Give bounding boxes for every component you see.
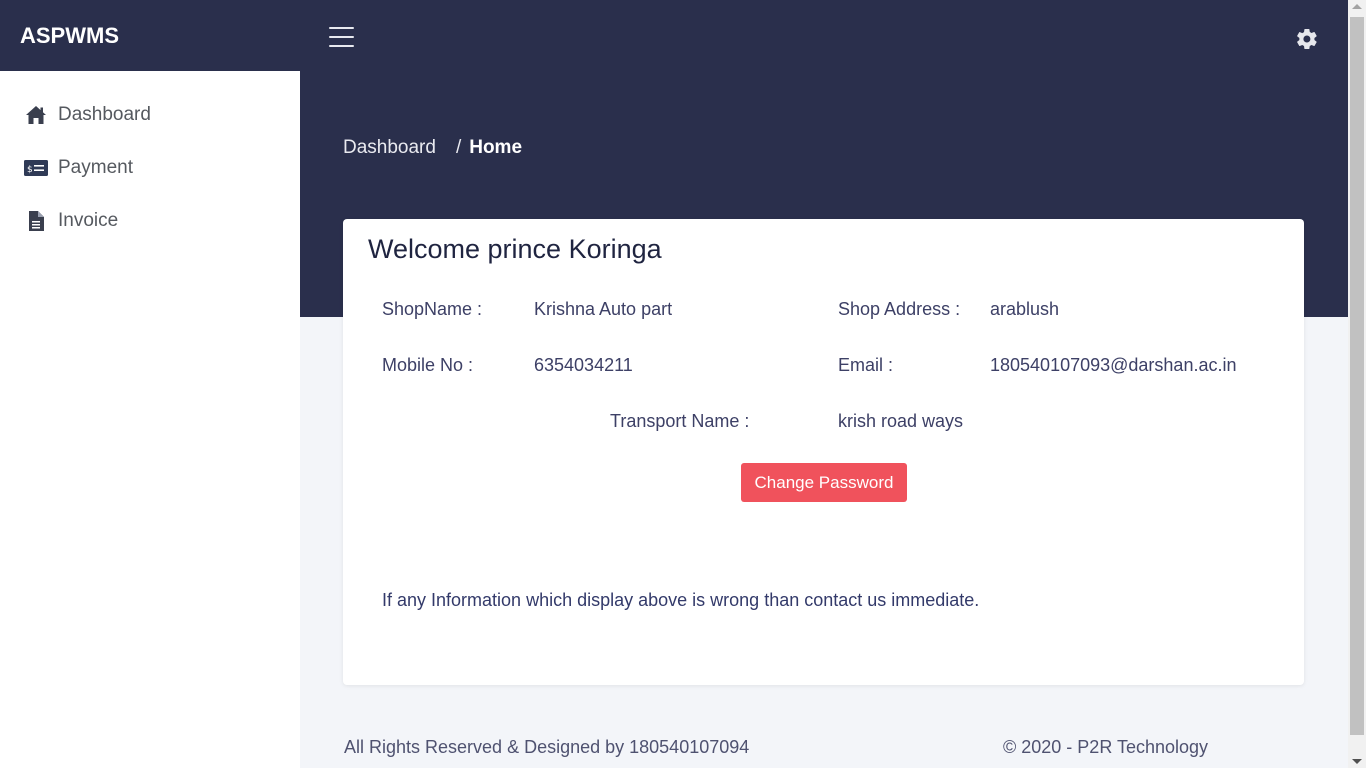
- transport-label: Transport Name :: [610, 411, 750, 431]
- file-icon: [24, 209, 48, 233]
- shop-address-label: Shop Address :: [838, 299, 961, 319]
- money-bill-icon: $: [24, 156, 48, 180]
- email-value: 180540107093@darshan.ac.in: [990, 355, 1237, 375]
- scroll-thumb[interactable]: [1350, 17, 1364, 735]
- breadcrumb: Dashboard / Home: [343, 137, 522, 159]
- breadcrumb-dashboard-link[interactable]: Dashboard: [343, 137, 436, 159]
- sidebar: ASPWMS Dashboard $ Payment Invoice: [0, 0, 300, 768]
- sidebar-item-payment[interactable]: $ Payment: [0, 141, 300, 194]
- footer-credits: All Rights Reserved & Designed by 180540…: [344, 737, 750, 757]
- sidebar-item-invoice[interactable]: Invoice: [0, 194, 300, 247]
- footer-copyright: © 2020 - P2R Technology: [1003, 737, 1209, 757]
- home-icon: [24, 103, 48, 127]
- hamburger-icon[interactable]: [329, 27, 354, 47]
- change-password-button[interactable]: Change Password: [741, 463, 907, 502]
- mobile-label: Mobile No :: [382, 355, 474, 375]
- scroll-down-arrow-icon[interactable]: [1352, 759, 1362, 764]
- scroll-up-arrow-icon[interactable]: [1352, 4, 1362, 9]
- brand-logo[interactable]: ASPWMS: [0, 0, 300, 71]
- sidebar-item-dashboard[interactable]: Dashboard: [0, 88, 300, 141]
- sidebar-item-label: Payment: [58, 156, 133, 178]
- shop-address-value: arablush: [990, 299, 1060, 319]
- transport-value: krish road ways: [838, 411, 964, 431]
- svg-text:$: $: [27, 165, 33, 175]
- profile-card: Welcome prince Koringa ShopName : Krishn…: [343, 219, 1304, 685]
- gear-icon[interactable]: [1295, 27, 1319, 51]
- page-title: Welcome prince Koringa: [368, 234, 662, 264]
- breadcrumb-current: Home: [469, 137, 523, 158]
- shop-name-value: Krishna Auto part: [534, 299, 673, 319]
- info-notice: If any Information which display above i…: [382, 590, 980, 610]
- mobile-value: 6354034211: [534, 355, 633, 375]
- sidebar-item-label: Dashboard: [58, 103, 151, 125]
- breadcrumb-separator: /: [455, 137, 462, 158]
- shop-name-label: ShopName :: [382, 299, 483, 319]
- sidebar-item-label: Invoice: [58, 209, 119, 231]
- email-label: Email :: [838, 355, 894, 375]
- vertical-scrollbar[interactable]: [1348, 0, 1366, 768]
- sidebar-nav: Dashboard $ Payment Invoice: [0, 71, 300, 247]
